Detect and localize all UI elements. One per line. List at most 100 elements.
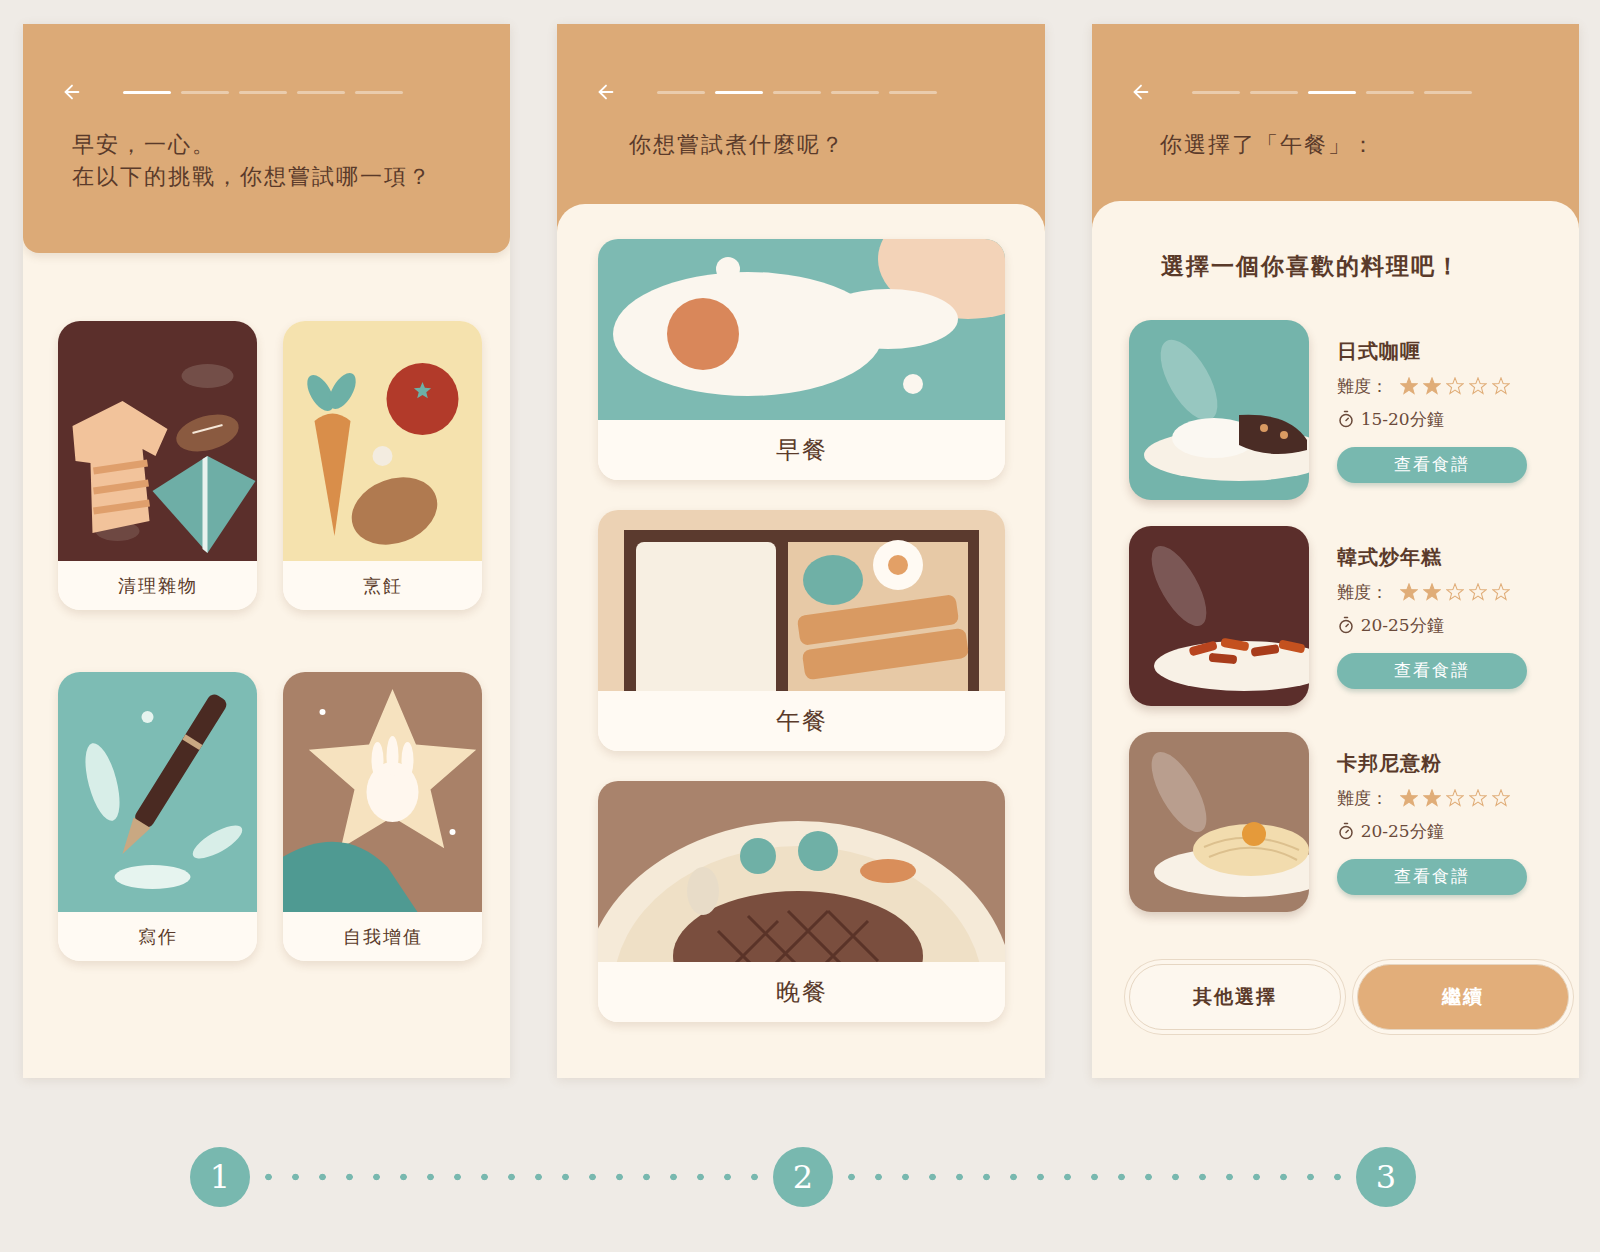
empty-star-icon (1446, 377, 1464, 395)
difficulty-stars (1400, 789, 1510, 807)
page: 早安，一心。在以下的挑戰，你想嘗試哪一項？清理雜物烹飪寫作自我增值你想嘗試煮什麼… (0, 0, 1600, 1252)
difficulty: 難度： (1337, 787, 1527, 810)
progress-dash (889, 91, 937, 94)
title-line: 你選擇了「午餐」： (1160, 129, 1563, 161)
progress-dash (1192, 91, 1240, 94)
meal-card[interactable]: 午餐 (598, 510, 1005, 751)
screen-title: 你想嘗試煮什麼呢？ (557, 104, 1044, 161)
progress-dash (831, 91, 879, 94)
cook-time: 20-25分鐘 (1337, 820, 1527, 843)
title-line: 早安，一心。 (72, 129, 494, 161)
timer-icon (1337, 410, 1355, 428)
card-image (283, 672, 482, 912)
filled-star-icon (1423, 377, 1441, 395)
step-connector (839, 1173, 1350, 1181)
card-label: 早餐 (598, 420, 1005, 480)
progress-dash (239, 91, 287, 94)
card-image (598, 510, 1005, 691)
timer-icon (1337, 616, 1355, 634)
filled-star-icon (1400, 583, 1418, 601)
recipe-image (1129, 320, 1309, 500)
challenge-card[interactable]: 自我增值 (283, 672, 482, 961)
recipe-image (1129, 732, 1309, 912)
card-image (283, 321, 482, 561)
view-recipe-button[interactable]: 查看食譜 (1337, 859, 1527, 895)
challenge-grid: 清理雜物烹飪寫作自我增值 (23, 253, 510, 961)
header: 你選擇了「午餐」： (1092, 24, 1579, 201)
filled-star-icon (1423, 583, 1441, 601)
progress-dash (1250, 91, 1298, 94)
view-recipe-button[interactable]: 查看食譜 (1337, 447, 1527, 483)
recipe-row: 韓式炒年糕難度： 20-25分鐘查看食譜 (1129, 526, 1579, 706)
card-label: 午餐 (598, 691, 1005, 751)
card-image (58, 321, 257, 561)
tteokbokki-illustration (1129, 526, 1309, 706)
continue-button[interactable]: 繼續 (1357, 964, 1569, 1030)
subtitle: 選擇一個你喜歡的料理吧！ (1129, 251, 1579, 282)
recipe-info: 韓式炒年糕難度： 20-25分鐘查看食譜 (1337, 544, 1527, 689)
card-label: 寫作 (58, 912, 257, 961)
challenge-card[interactable]: 寫作 (58, 672, 257, 961)
card-label: 清理雜物 (58, 561, 257, 610)
recipe-info: 卡邦尼意粉難度： 20-25分鐘查看食譜 (1337, 750, 1527, 895)
cook-time-text: 20-25分鐘 (1361, 614, 1444, 637)
recipe-row: 卡邦尼意粉難度： 20-25分鐘查看食譜 (1129, 732, 1579, 912)
timer-icon (1337, 822, 1355, 840)
back-arrow-icon[interactable] (1130, 81, 1152, 103)
step-number: 1 (190, 1147, 250, 1207)
challenge-card[interactable]: 清理雜物 (58, 321, 257, 610)
card-label: 晚餐 (598, 962, 1005, 1022)
meal-card[interactable]: 早餐 (598, 239, 1005, 480)
recipe-name: 韓式炒年糕 (1337, 544, 1527, 571)
card-label: 自我增值 (283, 912, 482, 961)
filled-star-icon (1400, 377, 1418, 395)
header: 你想嘗試煮什麼呢？ (557, 24, 1044, 204)
breakfast-illustration (598, 239, 1005, 420)
progress-indicator (1192, 91, 1472, 94)
recipe-info: 日式咖喱難度：15-20分鐘查看食譜 (1337, 338, 1527, 483)
progress-indicator (123, 91, 403, 94)
top-bar (1092, 80, 1579, 104)
view-recipe-button[interactable]: 查看食譜 (1337, 653, 1527, 689)
step-connector (256, 1173, 767, 1181)
screens-row: 早安，一心。在以下的挑戰，你想嘗試哪一項？清理雜物烹飪寫作自我增值你想嘗試煮什麼… (23, 24, 1579, 1078)
top-bar (557, 80, 1044, 104)
progress-dash (1308, 91, 1356, 94)
difficulty-label: 難度： (1337, 581, 1388, 604)
difficulty-stars (1400, 377, 1510, 395)
empty-star-icon (1469, 377, 1487, 395)
content-sheet: 早餐午餐晚餐 (557, 204, 1044, 1078)
progress-dash (657, 91, 705, 94)
clutter-illustration (58, 321, 257, 561)
top-bar (23, 80, 510, 104)
cooking-illustration (283, 321, 482, 561)
steps-row: 123 (190, 1147, 1416, 1207)
recipe-screen: 你選擇了「午餐」：選擇一個你喜歡的料理吧！日式咖喱難度：15-20分鐘查看食譜韓… (1092, 24, 1579, 1078)
difficulty-label: 難度： (1337, 787, 1388, 810)
card-image (598, 239, 1005, 420)
meal-screen: 你想嘗試煮什麼呢？ 早餐午餐晚餐 (557, 24, 1044, 1078)
other-options-button[interactable]: 其他選擇 (1129, 964, 1341, 1030)
empty-star-icon (1446, 789, 1464, 807)
back-arrow-icon[interactable] (61, 81, 83, 103)
meal-card[interactable]: 晚餐 (598, 781, 1005, 1022)
challenge-screen: 早安，一心。在以下的挑戰，你想嘗試哪一項？ 清理雜物烹飪寫作自我增值 (23, 24, 510, 1078)
challenge-card[interactable]: 烹飪 (283, 321, 482, 610)
dinner-illustration (598, 781, 1005, 962)
recipe-name: 日式咖喱 (1337, 338, 1527, 365)
recipe-list: 日式咖喱難度：15-20分鐘查看食譜韓式炒年糕難度：20-25分鐘查看食譜卡邦尼… (1129, 320, 1579, 912)
lunch-illustration (598, 510, 1005, 691)
curry-illustration (1129, 320, 1309, 500)
step-number: 2 (773, 1147, 833, 1207)
progress-dash (355, 91, 403, 94)
recipe-image (1129, 526, 1309, 706)
screen-title: 早安，一心。在以下的挑戰，你想嘗試哪一項？ (23, 104, 510, 193)
empty-star-icon (1469, 583, 1487, 601)
recipe-name: 卡邦尼意粉 (1337, 750, 1527, 777)
content-sheet: 選擇一個你喜歡的料理吧！ 日式咖喱難度：15-20分鐘查看食譜韓式炒年糕難度： 20… (1092, 201, 1579, 1078)
back-arrow-icon[interactable] (595, 81, 617, 103)
meal-list: 早餐午餐晚餐 (598, 239, 1044, 1022)
empty-star-icon (1469, 789, 1487, 807)
card-image (58, 672, 257, 912)
progress-dash (773, 91, 821, 94)
